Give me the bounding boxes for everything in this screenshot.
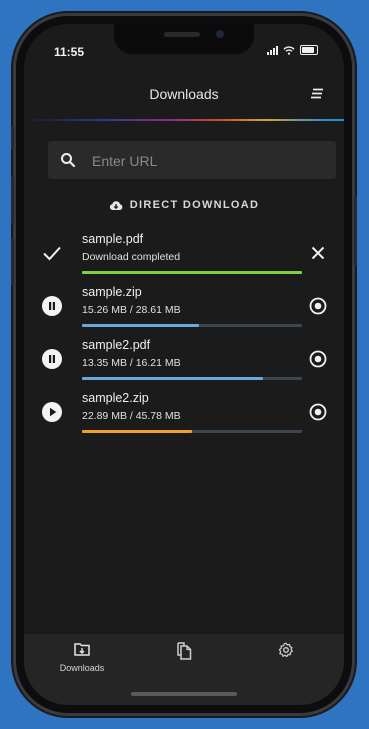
download-status: Download completed — [82, 251, 181, 263]
progress-fill — [82, 324, 200, 327]
play-button[interactable] — [42, 402, 62, 422]
stop-icon[interactable] — [308, 349, 328, 369]
progress-fill — [82, 430, 192, 433]
tab-label: Downloads — [59, 663, 105, 673]
file-name: sample.zip — [82, 285, 142, 299]
direct-download-label: DIRECT DOWNLOAD — [129, 199, 260, 211]
url-input[interactable] — [90, 141, 324, 181]
stop-icon[interactable] — [308, 402, 328, 422]
file-name: sample2.pdf — [82, 338, 151, 352]
file-name: sample.pdf — [82, 232, 144, 246]
pause-button[interactable] — [42, 296, 62, 316]
url-search-bar[interactable] — [48, 141, 336, 181]
front-camera — [216, 30, 224, 38]
volume-up-button — [11, 176, 14, 224]
progress-fill — [82, 271, 302, 274]
close-icon[interactable] — [308, 243, 328, 263]
cloud-download-icon — [109, 200, 123, 210]
download-item: sample2.zip 22.89 MB / 45.78 MB — [24, 388, 344, 441]
download-progress-text: 22.89 MB / 45.78 MB — [82, 410, 181, 422]
download-progress-text: 15.26 MB / 28.61 MB — [82, 304, 181, 316]
download-progress-text: 13.35 MB / 16.21 MB — [82, 357, 181, 369]
wifi-icon — [283, 45, 295, 55]
progress-fill — [82, 377, 264, 380]
signal-icon — [267, 45, 278, 55]
progress-bar — [82, 271, 302, 274]
gear-icon — [278, 642, 293, 658]
progress-bar — [82, 430, 302, 433]
pause-button[interactable] — [42, 349, 62, 369]
pause-icon — [49, 302, 55, 310]
volume-down-button — [11, 238, 14, 286]
checkmark-icon — [43, 246, 61, 261]
phone-frame: 11:55 Downloads Enter URL DIRECT DOWNLOA… — [11, 16, 357, 713]
download-item: sample.pdf Download completed — [24, 229, 344, 282]
power-button — [354, 196, 357, 266]
app-header: Downloads — [24, 68, 344, 121]
screen: 11:55 Downloads Enter URL DIRECT DOWNLOA… — [24, 24, 344, 705]
file-name: sample2.zip — [82, 391, 149, 405]
stop-icon[interactable] — [308, 296, 328, 316]
progress-bar — [82, 324, 302, 327]
bottom-tab-bar: Downloads — [24, 634, 344, 705]
header-divider — [24, 119, 344, 121]
download-item: sample.zip 15.26 MB / 28.61 MB — [24, 282, 344, 335]
mute-switch — [11, 126, 14, 150]
pause-icon — [49, 355, 55, 363]
tab-files[interactable] — [144, 642, 224, 665]
menu-icon[interactable] — [310, 88, 324, 100]
search-icon — [61, 153, 76, 168]
play-icon — [50, 407, 57, 417]
download-item: sample2.pdf 13.35 MB / 16.21 MB — [24, 335, 344, 388]
files-icon — [177, 642, 192, 660]
speaker-grille — [164, 32, 200, 37]
direct-download-button[interactable]: DIRECT DOWNLOAD — [24, 199, 344, 211]
tab-settings[interactable] — [246, 642, 326, 663]
status-time: 11:55 — [54, 45, 85, 59]
tab-downloads[interactable]: Downloads — [42, 642, 122, 673]
folder-download-icon — [74, 643, 90, 656]
home-indicator[interactable] — [131, 692, 237, 696]
progress-bar — [82, 377, 302, 380]
page-title: Downloads — [149, 86, 219, 102]
battery-icon — [300, 45, 318, 55]
notch — [114, 24, 254, 54]
system-icons — [267, 45, 318, 55]
